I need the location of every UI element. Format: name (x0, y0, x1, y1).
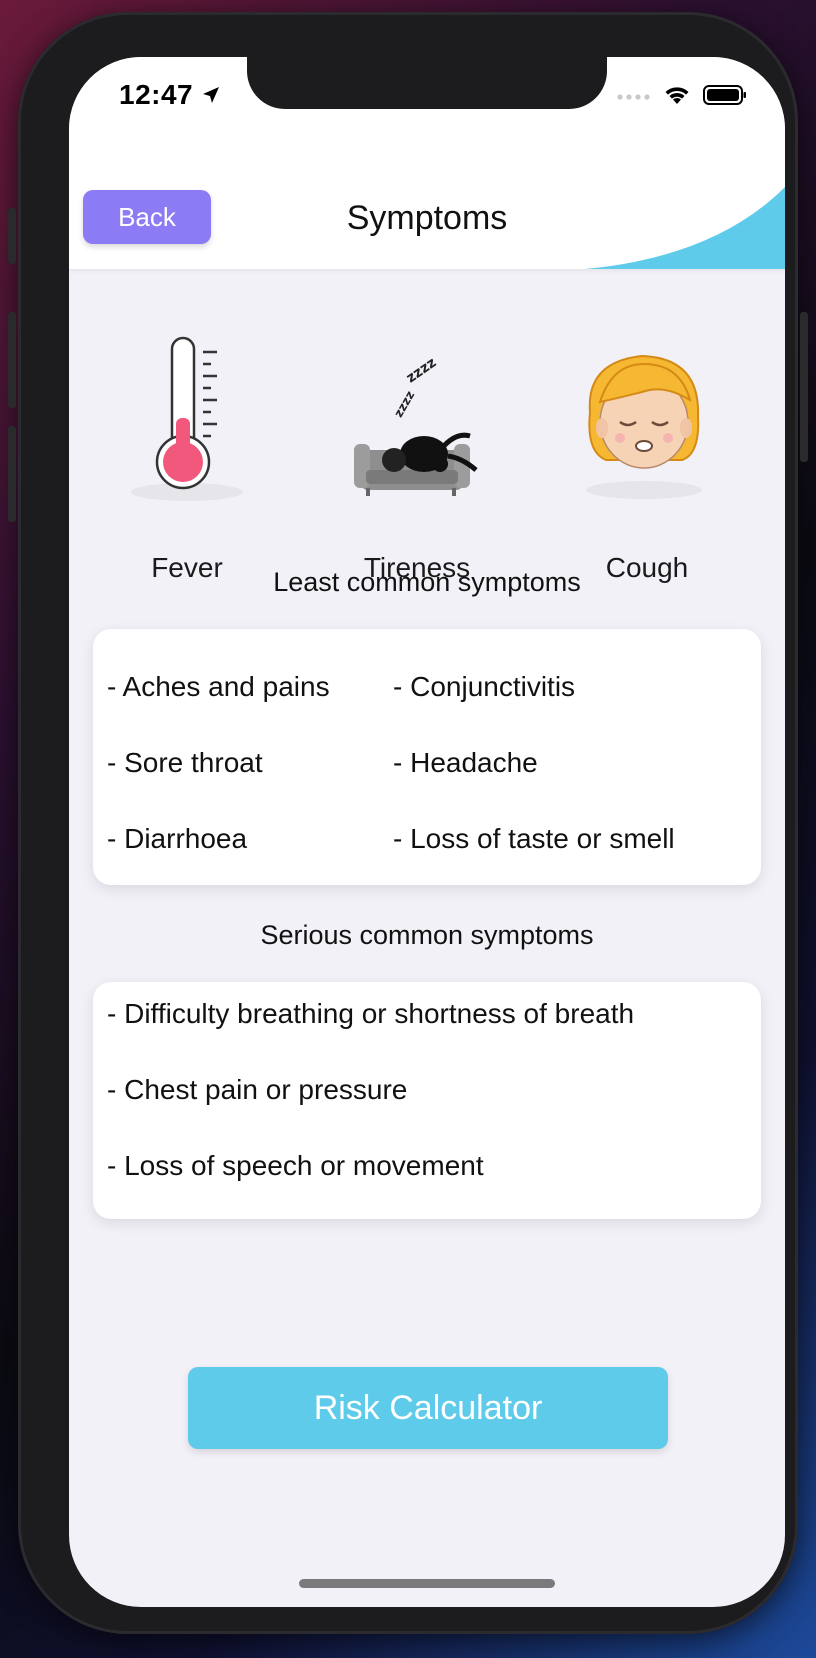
list-item: - Aches and pains (107, 671, 330, 702)
nav-header: Back Symptoms (69, 147, 785, 269)
list-item: - Conjunctivitis (393, 671, 576, 702)
status-bar: 12:47 (69, 57, 785, 147)
mute-switch (8, 208, 16, 264)
phone-frame: 12:47 Back Symptoms Fever zzzz zzzz Tire… (8, 12, 808, 1634)
symptom-fever: Fever (107, 302, 267, 584)
volume-up-button (8, 312, 16, 408)
least-common-title: Least common symptoms (273, 567, 581, 597)
thermometer-icon (131, 336, 243, 501)
list-item: - Loss of taste or smell (393, 823, 675, 854)
tired-on-couch-icon: zzzz zzzz (354, 355, 478, 496)
list-item: - Diarrhoea (107, 823, 248, 854)
list-item: - Chest pain or pressure (107, 1074, 408, 1105)
serious-card: - Difficulty breathing or shortness of b… (93, 982, 761, 1219)
least-common-card: - Aches and pains - Conjunctivitis - Sor… (93, 629, 761, 885)
time-text: 12:47 (119, 79, 194, 110)
screen: 12:47 Back Symptoms Fever zzzz zzzz Tire… (69, 57, 785, 1607)
wifi-icon (665, 87, 689, 104)
list-item: - Headache (393, 747, 538, 778)
symptom-cough: Cough (567, 302, 727, 584)
status-time: 12:47 (119, 79, 221, 111)
location-arrow-icon (203, 87, 220, 103)
status-icons (617, 84, 747, 106)
notch (247, 57, 607, 109)
serious-title: Serious common symptoms (260, 920, 594, 950)
cellular-signal-icon (617, 94, 650, 100)
risk-calculator-button[interactable]: Risk Calculator (188, 1367, 668, 1449)
list-item: - Loss of speech or movement (107, 1150, 484, 1181)
page-title: Symptoms (346, 199, 508, 237)
coughing-face-icon (586, 354, 702, 499)
symptom-tireness: zzzz zzzz Tireness (337, 302, 497, 584)
svg-text:zzzz: zzzz (403, 355, 439, 387)
list-item: - Sore throat (107, 747, 263, 778)
home-indicator[interactable] (299, 1579, 555, 1588)
power-button (800, 312, 808, 462)
list-item: - Difficulty breathing or shortness of b… (107, 998, 635, 1029)
volume-down-button (8, 426, 16, 522)
svg-text:zzzz: zzzz (391, 388, 417, 419)
battery-icon (703, 85, 746, 105)
